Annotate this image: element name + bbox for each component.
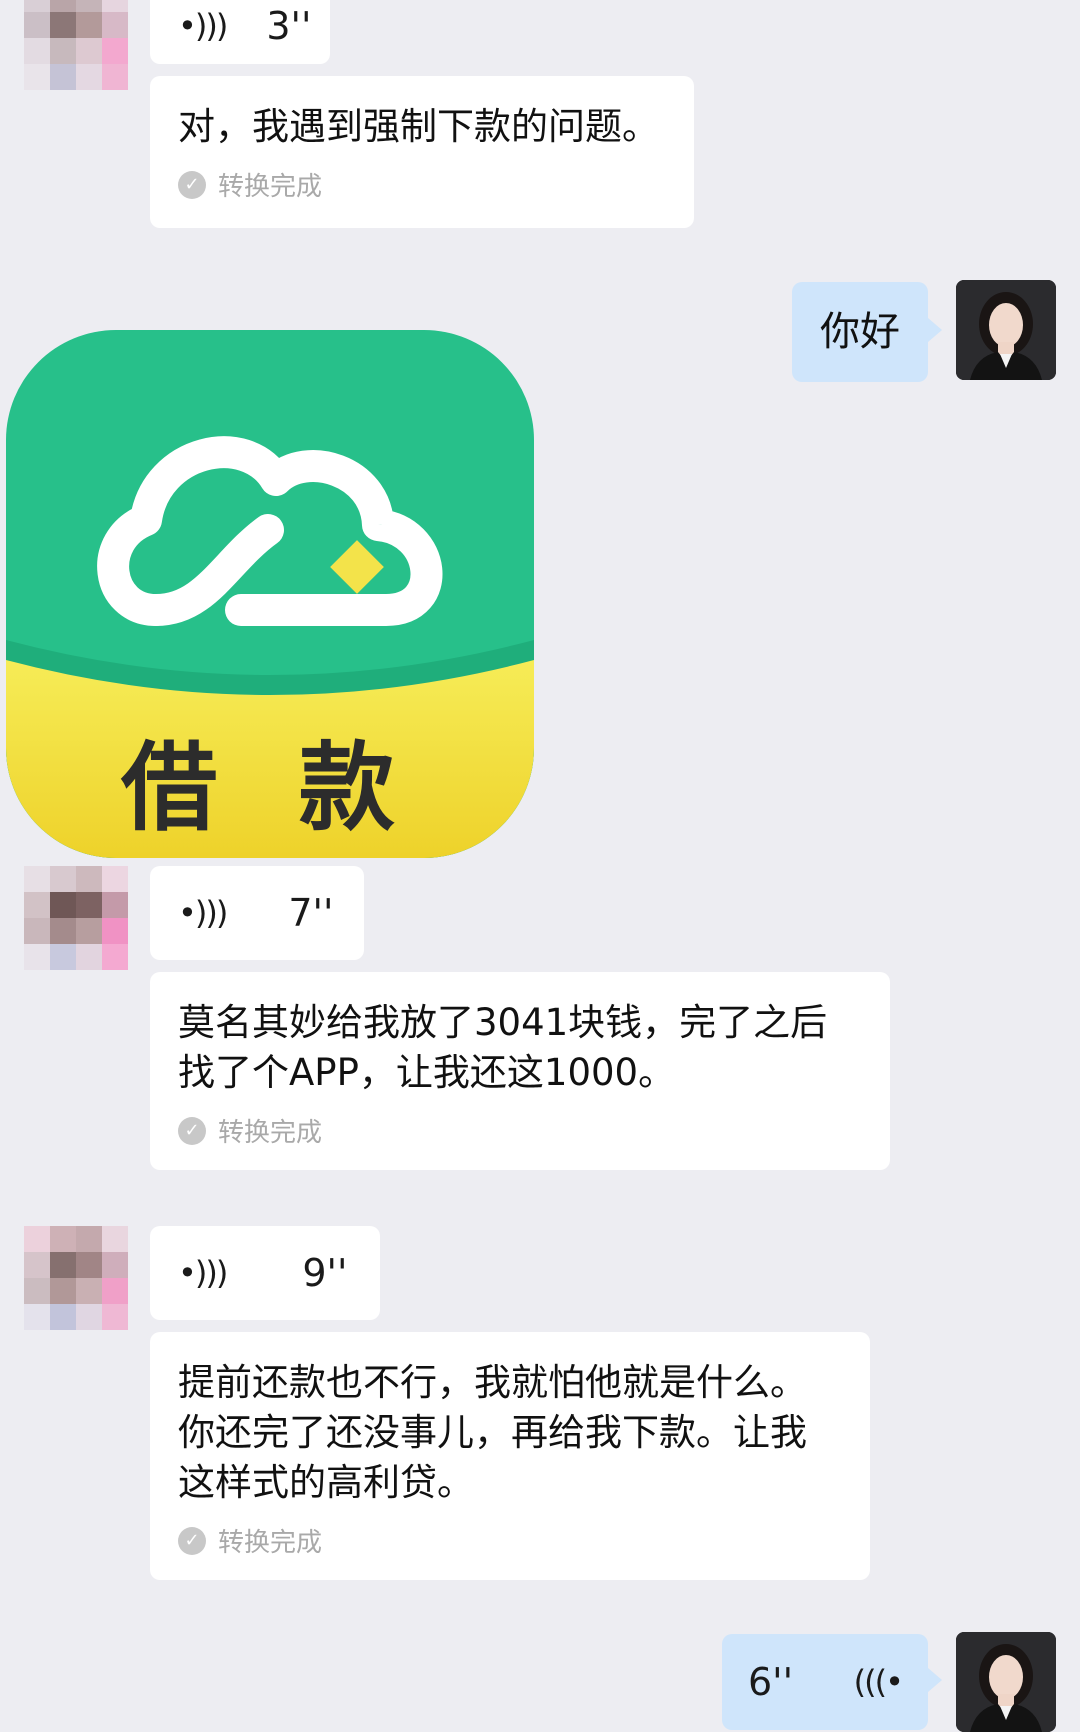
message-text: 对，我遇到强制下款的问题。	[178, 105, 659, 148]
contact-avatar[interactable]	[24, 866, 128, 970]
check-circle-icon: ✓	[178, 170, 206, 199]
status-label: 转换完成	[218, 1118, 323, 1148]
voice-duration: 9''	[302, 1251, 348, 1295]
voice-message[interactable]: •))) 3''	[150, 0, 330, 64]
voice-duration: 6''	[748, 1660, 794, 1704]
transcript-status: ✓ 转换完成	[178, 1522, 842, 1559]
voice-duration: 3''	[266, 4, 312, 48]
user-avatar[interactable]	[956, 1632, 1056, 1732]
voice-wave-icon: •)))	[178, 7, 228, 45]
transcript-status: ✓ 转换完成	[178, 1112, 862, 1149]
voice-wave-icon: •)))	[178, 1254, 228, 1292]
app-icon-label: 借 款	[121, 732, 419, 844]
message-text: 你好	[820, 309, 900, 355]
outgoing-voice-message[interactable]: 6'' (((•	[722, 1634, 928, 1730]
status-label: 转换完成	[218, 1528, 323, 1558]
check-circle-icon: ✓	[178, 1116, 206, 1145]
user-avatar[interactable]	[956, 280, 1056, 380]
transcript-bubble[interactable]: 提前还款也不行，我就怕他就是什么。 你还完了还没事儿，再给我下款。让我 这样式的…	[150, 1332, 870, 1580]
transcript-bubble[interactable]: 莫名其妙给我放了3041块钱，完了之后 找了个APP，让我还这1000。 ✓ 转…	[150, 972, 890, 1170]
voice-wave-icon: •)))	[178, 894, 228, 932]
message-text: 莫名其妙给我放了3041块钱，完了之后 找了个APP，让我还这1000。	[178, 1001, 828, 1094]
check-circle-icon: ✓	[178, 1526, 206, 1555]
bubble-tail	[928, 1668, 942, 1692]
status-label: 转换完成	[218, 172, 323, 202]
contact-avatar[interactable]	[24, 1226, 128, 1330]
transcript-bubble[interactable]: 对，我遇到强制下款的问题。 ✓ 转换完成	[150, 76, 694, 228]
voice-message[interactable]: •))) 9''	[150, 1226, 380, 1320]
shared-image[interactable]: 借 款	[6, 330, 534, 858]
voice-wave-icon: (((•	[853, 1663, 904, 1701]
message-text: 提前还款也不行，我就怕他就是什么。 你还完了还没事儿，再给我下款。让我 这样式的…	[178, 1361, 807, 1504]
outgoing-text-bubble[interactable]: 你好	[792, 282, 928, 382]
contact-avatar[interactable]	[24, 0, 128, 90]
bubble-tail	[928, 318, 942, 342]
voice-duration: 7''	[288, 891, 334, 935]
voice-message[interactable]: •))) 7''	[150, 866, 364, 960]
transcript-status: ✓ 转换完成	[178, 166, 666, 203]
